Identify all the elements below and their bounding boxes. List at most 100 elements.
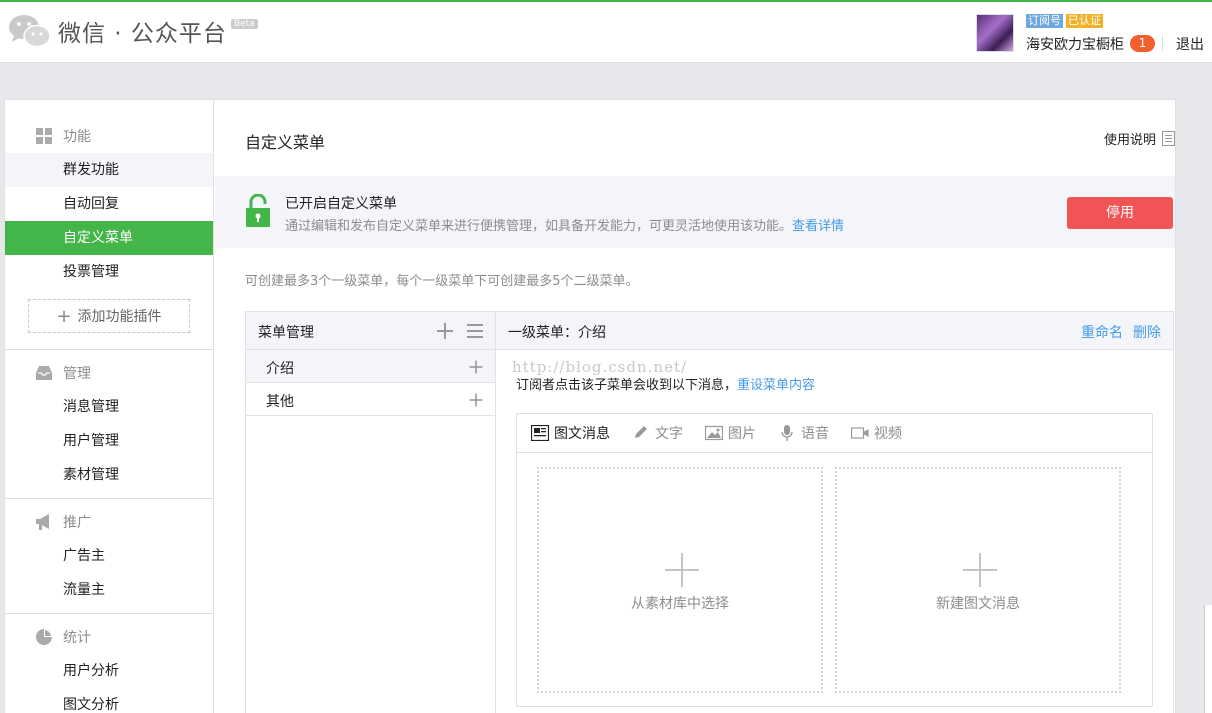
image-icon xyxy=(705,425,723,441)
sidebar-item-auto-reply[interactable]: 自动回复 xyxy=(5,187,213,221)
card-caption: 从素材库中选择 xyxy=(631,596,729,612)
document-icon xyxy=(1162,131,1175,146)
wechat-logo-icon xyxy=(9,15,51,48)
menu-list-title: 菜单管理 xyxy=(258,325,314,341)
view-details-link[interactable]: 查看详情 xyxy=(792,219,844,234)
megaphone-icon xyxy=(36,514,49,530)
sidebar-item-user-analysis[interactable]: 用户分析 xyxy=(5,654,213,688)
sidebar-divider xyxy=(5,498,213,499)
menu-item[interactable]: 其他 xyxy=(246,383,495,416)
sidebar-group-function: 功能 xyxy=(5,119,214,153)
select-from-library-card[interactable]: 从素材库中选择 xyxy=(537,467,823,693)
tab-label: 视频 xyxy=(874,426,902,442)
top-bar: 微信 · 公众平台 Beta 订阅号 已认证 海安欧力宝橱柜 1 退出 xyxy=(0,0,1212,63)
sidebar-item-article-analysis[interactable]: 图文分析 xyxy=(5,688,213,713)
menu-detail-header: 一级菜单：介绍 重命名 删除 xyxy=(496,312,1173,350)
tab-news[interactable]: 图文消息 xyxy=(531,423,610,443)
plus-icon xyxy=(963,553,997,587)
rename-link[interactable]: 重命名 xyxy=(1081,322,1123,342)
sidebar-group-manage: 管理 xyxy=(5,356,214,390)
content-container: 功能 群发功能 自动回复 自定义菜单 投票管理 + 添加功能插件 管理 消息管理… xyxy=(4,99,1176,713)
sidebar-item-messages[interactable]: 消息管理 xyxy=(5,390,213,424)
tab-voice[interactable]: 语音 xyxy=(778,423,829,443)
logout-link[interactable]: 退出 xyxy=(1176,34,1204,54)
sidebar-group-title: 功能 xyxy=(63,129,91,145)
pencil-icon xyxy=(635,426,647,438)
sidebar-divider xyxy=(5,613,213,614)
menu-editor-panel: 菜单管理 介绍 其他 一级菜单：介绍 重命名 删除 http://blog.cs… xyxy=(245,311,1174,713)
page-title: 自定义菜单 xyxy=(245,133,326,152)
microphone-icon xyxy=(781,425,793,441)
tab-image[interactable]: 图片 xyxy=(705,423,756,443)
sort-list-icon[interactable] xyxy=(467,324,483,338)
menu-item-label: 介绍 xyxy=(266,361,294,377)
sidebar-item-publisher[interactable]: 流量主 xyxy=(5,573,213,607)
divider xyxy=(1162,35,1163,51)
logo[interactable]: 微信 · 公众平台 Beta xyxy=(8,12,258,50)
account-tags: 订阅号 已认证 xyxy=(1026,14,1103,28)
help-label: 使用说明 xyxy=(1103,133,1156,148)
add-plugin-button[interactable]: + 添加功能插件 xyxy=(28,299,190,333)
menu-item[interactable]: 介绍 xyxy=(246,350,495,383)
new-news-card[interactable]: 新建图文消息 xyxy=(835,467,1121,693)
status-title: 已开启自定义菜单 xyxy=(285,196,397,212)
unlock-icon xyxy=(246,194,270,227)
sidebar-group-title: 推广 xyxy=(63,515,91,531)
menu-list-header: 菜单管理 xyxy=(246,312,495,350)
sidebar-group-title: 统计 xyxy=(63,630,91,646)
notification-badge[interactable]: 1 xyxy=(1130,35,1155,52)
sidebar: 功能 群发功能 自动回复 自定义菜单 投票管理 + 添加功能插件 管理 消息管理… xyxy=(5,100,214,713)
sidebar-item-mass-send[interactable]: 群发功能 xyxy=(5,153,213,187)
disable-button[interactable]: 停用 xyxy=(1067,197,1173,229)
tab-label: 文字 xyxy=(655,426,683,442)
verified-tag: 已认证 xyxy=(1066,14,1103,28)
tab-video[interactable]: 视频 xyxy=(851,423,902,443)
tab-label: 图片 xyxy=(728,426,756,442)
sidebar-item-vote[interactable]: 投票管理 xyxy=(5,255,213,289)
tab-text[interactable]: 文字 xyxy=(632,423,683,443)
sidebar-divider xyxy=(5,349,213,350)
pie-chart-icon xyxy=(36,629,52,645)
add-submenu-icon[interactable] xyxy=(469,393,483,407)
status-desc-text: 通过编辑和发布自定义菜单来进行便携管理，如具备开发能力，可更灵活地使用该功能。 xyxy=(285,219,793,234)
add-plugin-label: 添加功能插件 xyxy=(77,309,162,325)
grid-icon xyxy=(36,128,52,144)
menu-detail-title: 一级菜单：介绍 xyxy=(508,325,606,341)
reset-menu-content-link[interactable]: 重设菜单内容 xyxy=(737,378,815,393)
menu-item-label: 其他 xyxy=(266,394,294,410)
menu-detail: 一级菜单：介绍 重命名 删除 http://blog.csdn.net/ 订阅者… xyxy=(496,312,1173,713)
tab-label: 语音 xyxy=(801,426,829,442)
sidebar-group-stats: 统计 xyxy=(5,620,214,654)
tab-label: 图文消息 xyxy=(554,426,610,442)
plus-icon: + xyxy=(56,305,72,327)
menu-limit-tip: 可创建最多3个一级菜单，每个一级菜单下可创建最多5个二级菜单。 xyxy=(245,274,639,289)
logo-title: 微信 · 公众平台 xyxy=(58,21,227,47)
beta-badge: Beta xyxy=(230,19,258,29)
account-name[interactable]: 海安欧力宝橱柜 xyxy=(1026,34,1124,54)
reply-hint: 订阅者点击该子菜单会收到以下消息，重设菜单内容 xyxy=(516,374,815,393)
subscription-tag: 订阅号 xyxy=(1026,14,1063,28)
sidebar-item-advertiser[interactable]: 广告主 xyxy=(5,539,213,573)
scrollbar[interactable] xyxy=(1204,605,1212,713)
help-link[interactable]: 使用说明 xyxy=(1104,129,1175,148)
sidebar-item-users[interactable]: 用户管理 xyxy=(5,424,213,458)
message-editor: 图文消息 文字 图片 语音 视频 从素材库中选择 新建图文消息 xyxy=(516,413,1153,707)
content-cards: 从素材库中选择 新建图文消息 xyxy=(537,467,1121,693)
inbox-icon xyxy=(36,366,52,380)
menu-detail-actions: 重命名 删除 xyxy=(1081,322,1161,342)
status-description: 通过编辑和发布自定义菜单来进行便携管理，如具备开发能力，可更灵活地使用该功能。查… xyxy=(285,215,844,234)
main-content: 自定义菜单 使用说明 已开启自定义菜单 通过编辑和发布自定义菜单来进行便携管理，… xyxy=(215,100,1175,713)
delete-link[interactable]: 删除 xyxy=(1133,322,1161,342)
status-bar: 已开启自定义菜单 通过编辑和发布自定义菜单来进行便携管理，如具备开发能力，可更灵… xyxy=(215,176,1175,248)
add-menu-icon[interactable] xyxy=(437,323,453,339)
card-caption: 新建图文消息 xyxy=(936,596,1020,612)
sidebar-group-promote: 推广 xyxy=(5,505,214,539)
sidebar-item-materials[interactable]: 素材管理 xyxy=(5,458,213,492)
sidebar-item-custom-menu[interactable]: 自定义菜单 xyxy=(5,221,213,255)
video-icon xyxy=(851,427,869,439)
account-avatar[interactable] xyxy=(976,14,1014,52)
add-submenu-icon[interactable] xyxy=(469,360,483,374)
plus-icon xyxy=(665,553,699,587)
menu-list-column: 菜单管理 介绍 其他 xyxy=(246,312,496,713)
sidebar-group-title: 管理 xyxy=(63,366,91,382)
